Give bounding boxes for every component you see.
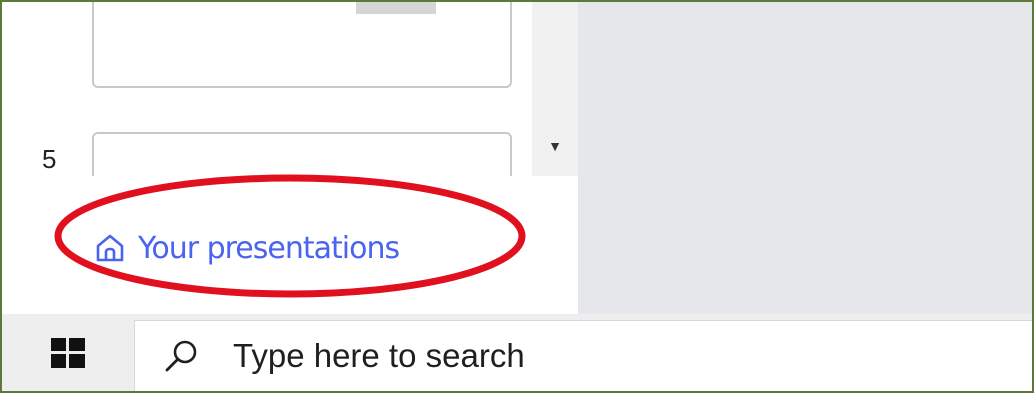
window-frame: 5 ▼ Your presentations Type here to sear… [0,0,1034,393]
your-presentations-link[interactable]: Your presentations [94,226,400,270]
search-placeholder: Type here to search [233,337,525,374]
thumbnail-placeholder-bar [356,2,436,14]
search-icon [165,340,197,372]
thumbnail-scrollbar[interactable]: ▼ [532,2,578,176]
slide-number: 5 [42,144,57,174]
slide-thumbnail-4[interactable] [92,2,512,88]
windows-logo-icon [51,337,85,368]
slide-editor-area [578,2,1032,314]
windows-taskbar: Type here to search [2,314,1032,391]
taskbar-search-box[interactable]: Type here to search [134,320,1032,391]
scroll-down-arrow-icon[interactable]: ▼ [532,138,578,154]
home-icon [96,234,124,262]
sidebar-bottom-nav: Your presentations [2,176,578,314]
your-presentations-label: Your presentations [138,230,400,266]
start-button[interactable] [2,314,134,391]
